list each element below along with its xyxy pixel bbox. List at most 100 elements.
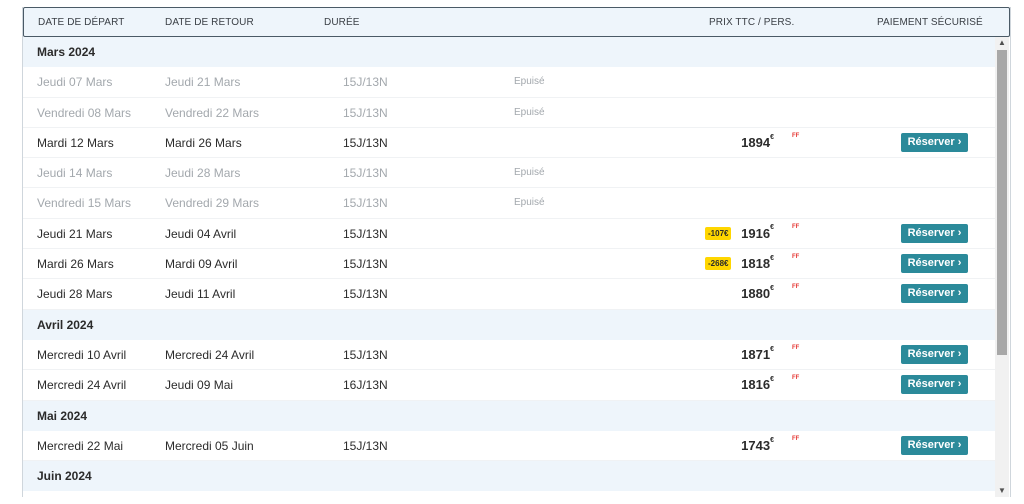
depart-date: Jeudi 07 Mars [37,75,113,90]
duration: 15J/13N [343,135,388,150]
ff-flag-icon: FF [792,344,800,351]
table-row: Mercredi 24 Avril Jeudi 09 Mai 16J/13N 1816… [23,370,996,401]
scroll-down-icon[interactable]: ▼ [995,485,1009,497]
month-label: Mars 2024 [37,45,96,59]
depart-date: Vendredi 15 Mars [37,196,132,211]
duration: 15J/13N [343,105,388,120]
price-value: 1880 [741,286,771,302]
ff-flag-icon: FF [792,132,800,139]
return-date: Mardi 09 Avril [165,257,238,272]
month-label: Juin 2024 [37,469,92,484]
sold-out-status: Epuisé [514,106,545,118]
price-value: 1894 [741,134,771,150]
header-retour: DATE DE RETOUR [165,17,254,28]
reserve-button-label: Réserver [907,347,955,360]
month-header: Avril 2024 [23,309,996,340]
scrollbar-thumb[interactable] [997,50,1007,355]
depart-date: Mercredi 10 Avril [37,347,127,362]
header-prix: PRIX TTC / PERS. [709,17,795,28]
ff-flag-icon: FF [792,284,800,291]
currency-symbol: € [770,285,774,293]
return-date: Jeudi 09 Mai [165,378,234,393]
month-label: Avril 2024 [37,317,94,332]
month-label: Mai 2024 [37,408,88,423]
currency-symbol: € [770,375,774,383]
reserve-button-label: Réserver [907,378,955,391]
price: 1816€ [741,375,774,393]
reserve-button-label: Réserver [907,226,955,239]
header-duree: DURÉE [324,17,360,28]
header-depart: DATE DE DÉPART [38,17,125,28]
ff-flag-icon: FF [792,254,800,261]
table-row: Jeudi 28 Mars Jeudi 11 Avril 15J/13N 1880€ F… [23,279,996,310]
header-paiement: PAIEMENT SÉCURISÉ [877,17,983,28]
reserve-button-label: Réserver [907,438,955,451]
reserve-button[interactable]: Réserver › [901,435,968,455]
vertical-scrollbar[interactable]: ▲ ▼ [995,37,1009,497]
price-value: 1816 [741,377,771,393]
table-row: Jeudi 14 Mars Jeudi 28 Mars 15J/13N Epuisé [23,158,996,189]
price: 1916€ [741,224,774,241]
ff-flag-icon: FF [792,375,800,382]
return-date: Jeudi 28 Mars [165,166,241,181]
price-value: 1818 [741,256,771,272]
chevron-right-icon: › [957,135,962,148]
depart-date: Mercredi 22 Mai [37,438,124,453]
month-header: Mai 2024 [23,400,996,431]
depart-date: Mardi 12 Mars [37,135,114,150]
duration: 15J/13N [343,166,388,181]
chevron-right-icon: › [957,226,962,239]
table-row: Vendredi 08 Mars Vendredi 22 Mars 15J/13N E… [23,97,996,128]
price: 1818€ [741,254,774,272]
scroll-up-icon[interactable]: ▲ [995,37,1009,49]
table-row: Jeudi 07 Mars Jeudi 21 Mars 15J/13N Epuisé [23,67,996,98]
chevron-right-icon: › [957,347,962,360]
table-header: DATE DE DÉPART DATE DE RETOUR DURÉE PRIX… [23,7,1010,37]
table-row: Vendredi 15 Mars Vendredi 29 Mars 15J/13N E… [23,188,996,219]
depart-date: Jeudi 14 Mars [37,166,113,181]
reserve-button-label: Réserver [907,257,955,270]
depart-date: Vendredi 08 Mars [37,105,132,120]
reserve-button[interactable]: Réserver › [901,375,968,395]
reserve-button[interactable]: Réserver › [901,223,968,243]
chevron-right-icon: › [957,257,962,270]
price-value: 1743 [741,437,771,453]
return-date: Jeudi 21 Mars [165,75,241,90]
departures-table: DATE DE DÉPART DATE DE RETOUR DURÉE PRIX… [22,7,1011,497]
return-date: Mardi 26 Mars [165,135,242,150]
duration: 15J/13N [343,347,388,362]
table-row: Mardi 26 Mars Mardi 09 Avril 15J/13N -268€ 1… [23,249,996,280]
duration: 16J/13N [343,378,388,393]
chevron-right-icon: › [957,287,962,300]
sold-out-status: Epuisé [514,76,545,88]
depart-date: Jeudi 28 Mars [37,287,113,302]
duration: 15J/13N [343,257,388,272]
reserve-button[interactable]: Réserver › [901,284,968,304]
month-header: Juin 2024 [23,461,996,492]
reserve-button[interactable]: Réserver › [901,344,968,364]
return-date: Jeudi 11 Avril [165,287,236,302]
reserve-button-label: Réserver [907,287,955,300]
reserve-button-label: Réserver [907,135,955,148]
price: 1894€ [741,133,774,150]
reserve-button[interactable]: Réserver › [901,132,968,152]
reserve-button[interactable]: Réserver › [901,254,968,274]
currency-symbol: € [770,254,774,262]
currency-symbol: € [770,224,774,232]
price: 1743€ [741,437,774,453]
promo-badge: -107€ [705,226,732,240]
ff-flag-icon: FF [792,223,800,230]
sold-out-status: Epuisé [514,167,545,179]
table-row: Mercredi 22 Mai Mercredi 05 Juin 15J/13N 17… [23,430,996,462]
currency-symbol: € [770,133,774,141]
duration: 15J/13N [343,196,388,211]
price: 1880€ [741,285,774,302]
depart-date: Mardi 26 Mars [37,257,114,272]
depart-date: Jeudi 21 Mars [37,226,113,241]
duration: 15J/13N [343,438,388,453]
price: 1871€ [741,346,774,362]
duration: 15J/13N [343,75,388,90]
return-date: Vendredi 29 Mars [165,196,260,211]
price-value: 1916 [741,225,771,241]
return-date: Mercredi 05 Juin [165,438,254,453]
